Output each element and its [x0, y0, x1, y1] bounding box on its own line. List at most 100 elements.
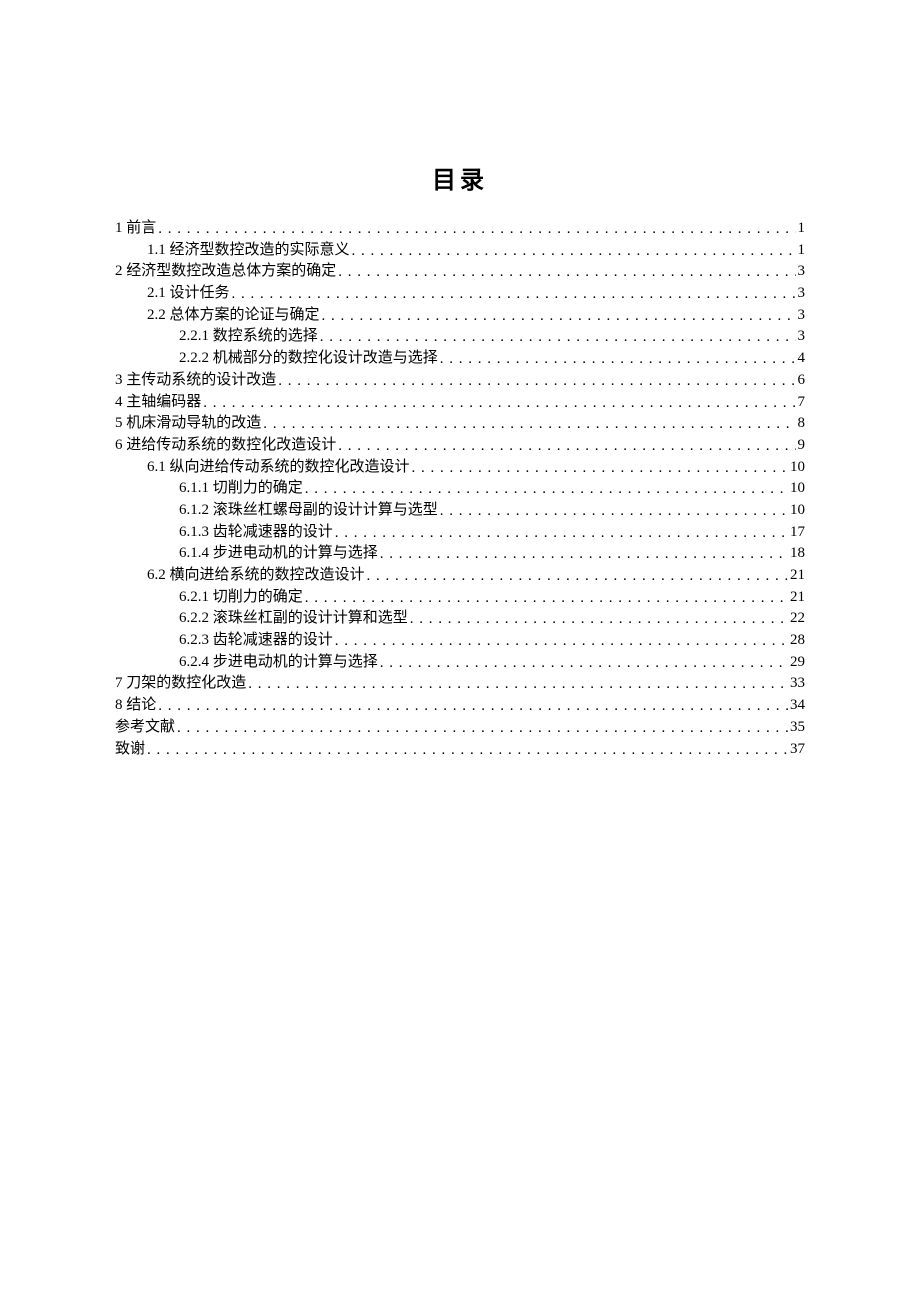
toc-entry: 1.1 经济型数控改造的实际意义. . . . . . . . . . . . … [115, 243, 805, 258]
toc-leader-dots: . . . . . . . . . . . . . . . . . . . . … [380, 656, 788, 671]
toc-entry: 2.2.1 数控系统的选择. . . . . . . . . . . . . .… [115, 329, 805, 344]
toc-entry-label: 1.1 经济型数控改造的实际意义 [147, 243, 350, 258]
table-of-contents: 1 前言 . . . . . . . . . . . . . . . . . . … [115, 221, 805, 757]
toc-entry: 2.2.2 机械部分的数控化设计改造与选择. . . . . . . . . .… [115, 351, 805, 366]
toc-entry: 5 机床滑动导轨的改造. . . . . . . . . . . . . . .… [115, 416, 805, 431]
toc-leader-dots: . . . . . . . . . . . . . . . . . . . . … [338, 265, 795, 280]
toc-entry-label: 1 前言 [115, 221, 156, 236]
toc-entry-label: 3 主传动系统的设计改造 [115, 373, 276, 388]
toc-entry-page: 21 [790, 590, 805, 605]
toc-entry: 6.1.3 齿轮减速器的设计. . . . . . . . . . . . . … [115, 525, 805, 540]
toc-leader-dots: . . . . . . . . . . . . . . . . . . . . … [440, 352, 796, 367]
toc-leader-dots: . . . . . . . . . . . . . . . . . . . . … [305, 591, 788, 606]
toc-entry-label: 8 结论 [115, 698, 156, 713]
toc-entry-label: 致谢 [115, 742, 145, 757]
toc-entry-label: 2.2.2 机械部分的数控化设计改造与选择 [179, 351, 438, 366]
toc-leader-dots: . . . . . . . . . . . . . . . . . . . . … [232, 287, 796, 302]
toc-entry-page: 17 [790, 525, 805, 540]
toc-leader-dots: . . . . . . . . . . . . . . . . . . . . … [322, 309, 796, 324]
toc-entry-label: 6.1.4 步进电动机的计算与选择 [179, 546, 378, 561]
toc-leader-dots: . . . . . . . . . . . . . . . . . . . . … [440, 504, 788, 519]
toc-entry-page: 33 [790, 676, 805, 691]
toc-entry: 8 结论. . . . . . . . . . . . . . . . . . … [115, 698, 805, 713]
toc-leader-dots: . . . . . . . . . . . . . . . . . . . . … [158, 699, 788, 714]
toc-leader-dots: . . . . . . . . . . . . . . . . . . . . … [278, 374, 795, 389]
toc-entry: 6.1.2 滚珠丝杠螺母副的设计计算与选型. . . . . . . . . .… [115, 503, 805, 518]
toc-entry-page: 3 [798, 264, 806, 279]
toc-entry: 2 经济型数控改造总体方案的确定. . . . . . . . . . . . … [115, 264, 805, 279]
toc-entry-label: 6.1.2 滚珠丝杠螺母副的设计计算与选型 [179, 503, 438, 518]
toc-entry: 6.1.1 切削力的确定. . . . . . . . . . . . . . … [115, 481, 805, 496]
toc-entry-page: 1 [798, 243, 806, 258]
toc-entry-page: 37 [790, 742, 805, 757]
toc-leader-dots: . . . . . . . . . . . . . . . . . . . . … [320, 330, 796, 345]
toc-leader-dots: . . . . . . . . . . . . . . . . . . . . … [335, 526, 788, 541]
toc-leader-dots: . . . . . . . . . . . . . . . . . . . . … [263, 417, 795, 432]
toc-entry-page: 21 [790, 568, 805, 583]
toc-leader-dots: . . . . . . . . . . . . . . . . . . . . … [177, 721, 788, 736]
toc-entry-page: 7 [798, 395, 806, 410]
toc-entry: 2.2 总体方案的论证与确定. . . . . . . . . . . . . … [115, 308, 805, 323]
toc-leader-dots: . . . . . . . . . . . . . . . . . . . . … [147, 743, 788, 758]
toc-entry-page: 6 [798, 373, 806, 388]
toc-entry: 6.2.4 步进电动机的计算与选择. . . . . . . . . . . .… [115, 655, 805, 670]
toc-entry-label: 7 刀架的数控化改造 [115, 676, 246, 691]
toc-entry: 参考文献. . . . . . . . . . . . . . . . . . … [115, 720, 805, 735]
toc-entry: 3 主传动系统的设计改造. . . . . . . . . . . . . . … [115, 373, 805, 388]
toc-leader-dots: . . . . . . . . . . . . . . . . . . . . … [248, 677, 788, 692]
toc-entry-page: 10 [790, 481, 805, 496]
toc-leader-dots: . . . . . . . . . . . . . . . . . . . . … [305, 482, 788, 497]
toc-entry: 6.2.3 齿轮减速器的设计. . . . . . . . . . . . . … [115, 633, 805, 648]
toc-entry-label: 2 经济型数控改造总体方案的确定 [115, 264, 336, 279]
toc-entry-label: 6.2.3 齿轮减速器的设计 [179, 633, 333, 648]
toc-entry-page: 22 [790, 611, 805, 626]
toc-entry-label: 2.2.1 数控系统的选择 [179, 329, 318, 344]
toc-entry-label: 6.1 纵向进给传动系统的数控化改造设计 [147, 460, 410, 475]
toc-leader-dots: . . . . . . . . . . . . . . . . . . . . … [203, 396, 795, 411]
toc-leader-dots: . . . . . . . . . . . . . . . . . . . . … [410, 612, 788, 627]
toc-entry: 致谢. . . . . . . . . . . . . . . . . . . … [115, 742, 805, 757]
toc-entry-label: 6 进给传动系统的数控化改造设计 [115, 438, 336, 453]
toc-entry-page: 8 [798, 416, 806, 431]
toc-entry-label: 2.1 设计任务 [147, 286, 230, 301]
toc-entry-label: 6.1.1 切削力的确定 [179, 481, 303, 496]
toc-entry: 6 进给传动系统的数控化改造设计. . . . . . . . . . . . … [115, 438, 805, 453]
toc-leader-dots: . . . . . . . . . . . . . . . . . . . . … [412, 461, 788, 476]
toc-entry: 1 前言. . . . . . . . . . . . . . . . . . … [115, 221, 805, 236]
toc-entry-page: 18 [790, 546, 805, 561]
toc-entry-label: 5 机床滑动导轨的改造 [115, 416, 261, 431]
toc-entry: 6.1 纵向进给传动系统的数控化改造设计. . . . . . . . . . … [115, 460, 805, 475]
toc-entry-page: 28 [790, 633, 805, 648]
toc-entry-label: 6.1.3 齿轮减速器的设计 [179, 525, 333, 540]
toc-entry-label: 6.2.4 步进电动机的计算与选择 [179, 655, 378, 670]
toc-entry-page: 3 [798, 308, 806, 323]
toc-entry-label: 2.2 总体方案的论证与确定 [147, 308, 320, 323]
toc-title: 目录 [115, 160, 805, 195]
toc-entry-page: 34 [790, 698, 805, 713]
toc-entry-label: 4 主轴编码器 [115, 395, 201, 410]
toc-leader-dots: . . . . . . . . . . . . . . . . . . . . … [367, 569, 788, 584]
toc-entry-label: 6.2.2 滚珠丝杠副的设计计算和选型 [179, 611, 408, 626]
toc-entry: 2.1 设计任务. . . . . . . . . . . . . . . . … [115, 286, 805, 301]
toc-entry-page: 10 [790, 460, 805, 475]
toc-entry-label: 6.2 横向进给系统的数控改造设计 [147, 568, 365, 583]
toc-entry: 6.1.4 步进电动机的计算与选择. . . . . . . . . . . .… [115, 546, 805, 561]
toc-entry: 6.2.1 切削力的确定. . . . . . . . . . . . . . … [115, 590, 805, 605]
toc-leader-dots: . . . . . . . . . . . . . . . . . . . . … [338, 439, 795, 454]
toc-leader-dots: . . . . . . . . . . . . . . . . . . . . … [335, 634, 788, 649]
toc-entry-page: 3 [798, 329, 806, 344]
toc-entry-label: 6.2.1 切削力的确定 [179, 590, 303, 605]
toc-entry: 6.2 横向进给系统的数控改造设计. . . . . . . . . . . .… [115, 568, 805, 583]
toc-leader-dots: . . . . . . . . . . . . . . . . . . . . … [158, 222, 795, 237]
toc-entry-page: 3 [798, 286, 806, 301]
toc-entry: 4 主轴编码器. . . . . . . . . . . . . . . . .… [115, 395, 805, 410]
toc-entry: 6.2.2 滚珠丝杠副的设计计算和选型. . . . . . . . . . .… [115, 611, 805, 626]
toc-entry: 7 刀架的数控化改造. . . . . . . . . . . . . . . … [115, 676, 805, 691]
toc-entry-label: 参考文献 [115, 720, 175, 735]
toc-entry-page: 1 [798, 221, 806, 236]
toc-leader-dots: . . . . . . . . . . . . . . . . . . . . … [352, 244, 796, 259]
toc-entry-page: 35 [790, 720, 805, 735]
toc-entry-page: 10 [790, 503, 805, 518]
toc-entry-page: 4 [798, 351, 806, 366]
toc-entry-page: 9 [798, 438, 806, 453]
